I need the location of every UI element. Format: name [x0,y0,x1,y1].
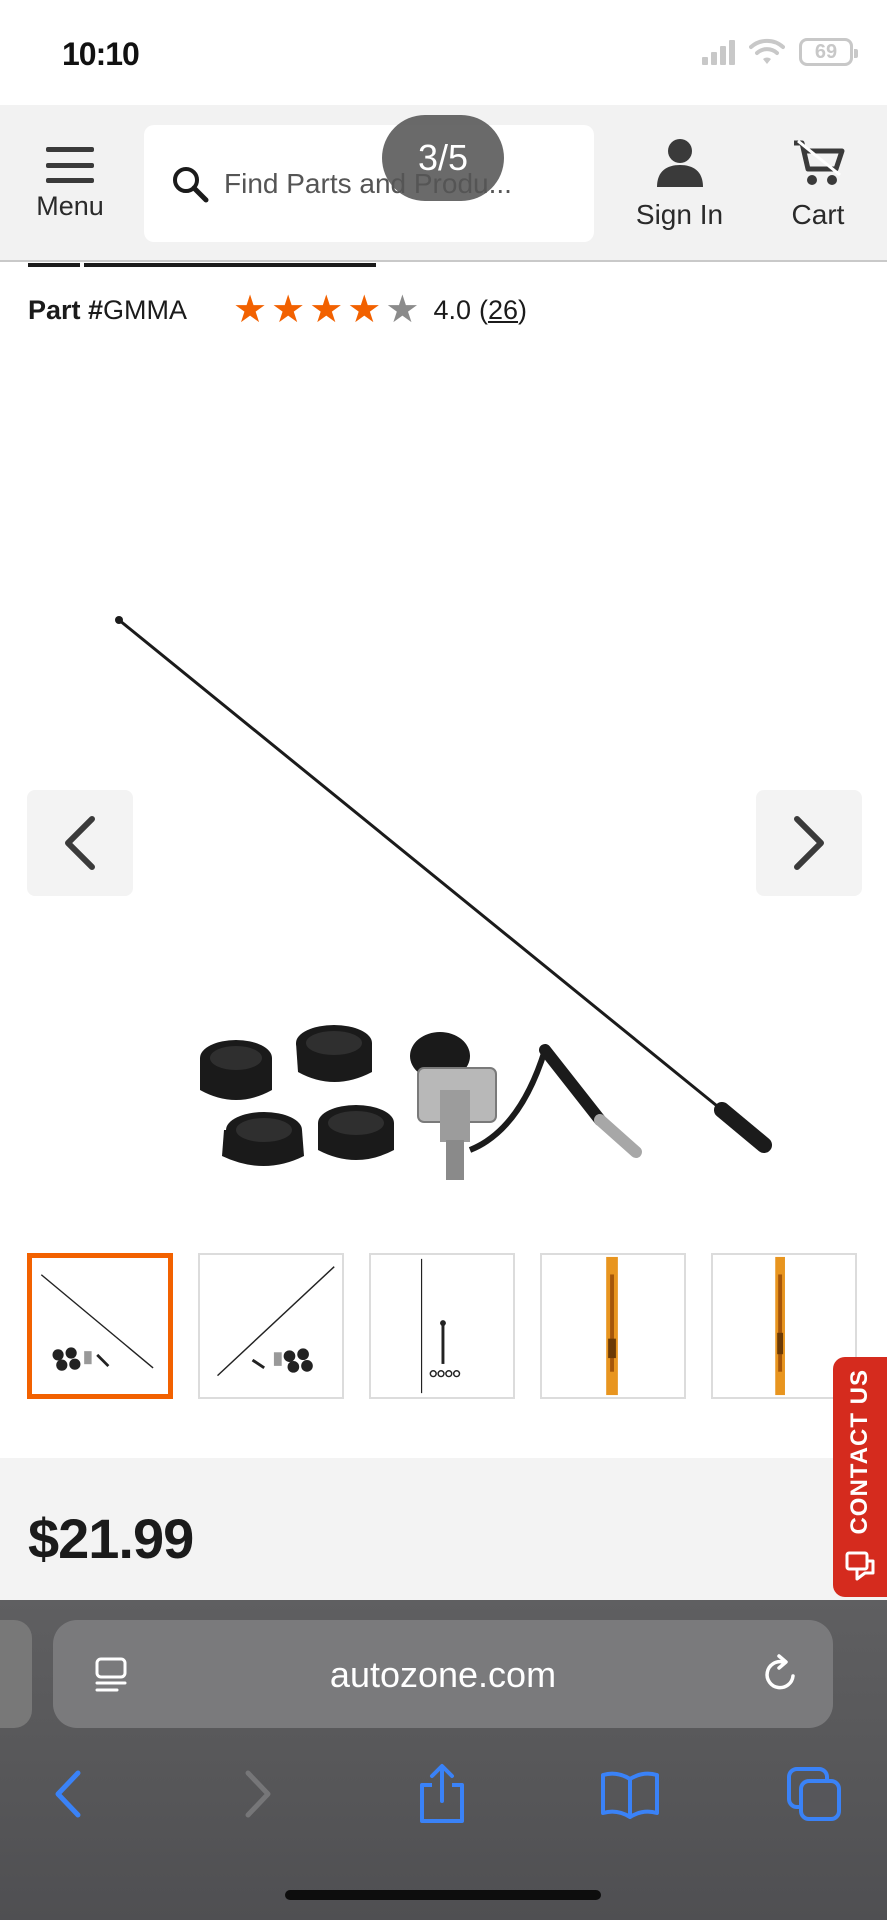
contact-us-label: CONTACT US [846,1369,873,1535]
star-icon: ★ [347,289,382,331]
reload-icon[interactable] [759,1652,803,1696]
rating-value: 4.0 [433,294,471,325]
status-time: 10:10 [62,36,140,72]
status-bar: 10:10 69 [0,0,887,105]
share-button[interactable] [406,1758,478,1830]
user-icon [656,139,703,187]
forward-arrow-icon [245,1770,271,1818]
address-bar[interactable]: autozone.com [53,1620,833,1728]
battery-icon: 69 [799,38,858,66]
star-icon: ★ [309,289,344,331]
menu-label: Menu [36,191,104,221]
url-text: autozone.com [329,1654,557,1695]
menu-button[interactable]: Menu [24,147,116,222]
next-image-button[interactable] [756,790,862,896]
back-arrow-icon [55,1770,81,1818]
share-icon [420,1764,464,1823]
cart-label: Cart [791,199,845,230]
hamburger-icon [46,147,94,183]
tabs-button[interactable] [778,1758,850,1830]
cart-button[interactable]: Cart [770,135,866,231]
sign-in-label: Sign In [635,199,724,230]
cellular-signal-icon [702,39,735,65]
browser-chrome: autozone.com [0,1600,887,1920]
sign-in-button[interactable]: Sign In [622,135,737,231]
thumbnail-1[interactable] [27,1253,173,1399]
part-number-label: Part # [28,294,104,325]
status-icons: 69 [702,38,858,66]
home-indicator [285,1890,601,1900]
thumbnail-image [40,1274,154,1371]
wifi-icon [749,38,785,64]
chevron-left-icon [65,816,95,870]
part-info-row: Part # GMMA ★ ★ ★ ★ ★ 4.0 (26) [28,288,868,332]
chat-icon [845,1551,875,1581]
part-number: GMMA [103,294,188,325]
chevron-right-icon [794,816,824,870]
battery-level: 69 [814,40,838,63]
star-icon: ★ [233,289,268,331]
product-image [115,616,772,1180]
contact-us-button[interactable]: CONTACT US [833,1357,887,1597]
gallery-counter: 3/5 [382,115,504,201]
thumbnail-2[interactable] [198,1253,344,1399]
browser-toolbar [0,1758,887,1830]
cart-icon [794,139,845,185]
previous-image-button[interactable] [27,790,133,896]
thumbnail-image [217,1266,335,1377]
previous-tab-preview[interactable] [0,1620,32,1728]
search-input[interactable]: Find Parts and Produ... [144,125,594,242]
thumbnail-strip [27,1253,857,1399]
breadcrumb-divider [28,263,376,271]
thumbnail-4[interactable] [540,1253,686,1399]
forward-button[interactable] [222,1758,294,1830]
thumbnail-3[interactable] [369,1253,515,1399]
back-button[interactable] [32,1758,104,1830]
rating-stars[interactable]: ★ ★ ★ ★ ★ [233,291,419,329]
star-icon: ★ [271,289,306,331]
star-empty-icon: ★ [385,289,420,331]
bookmarks-icon [601,1771,659,1819]
thumbnail-image [606,1256,618,1396]
thumbnail-image [420,1258,461,1394]
price-section: $21.99 [0,1458,887,1600]
review-count-link[interactable]: (26) [479,295,527,326]
review-count: 26 [487,294,519,325]
product-price: $21.99 [28,1507,194,1570]
bookmarks-button[interactable] [594,1758,666,1830]
search-icon [173,166,209,202]
tabs-icon [787,1767,841,1821]
product-image-carousel[interactable] [0,350,887,1210]
